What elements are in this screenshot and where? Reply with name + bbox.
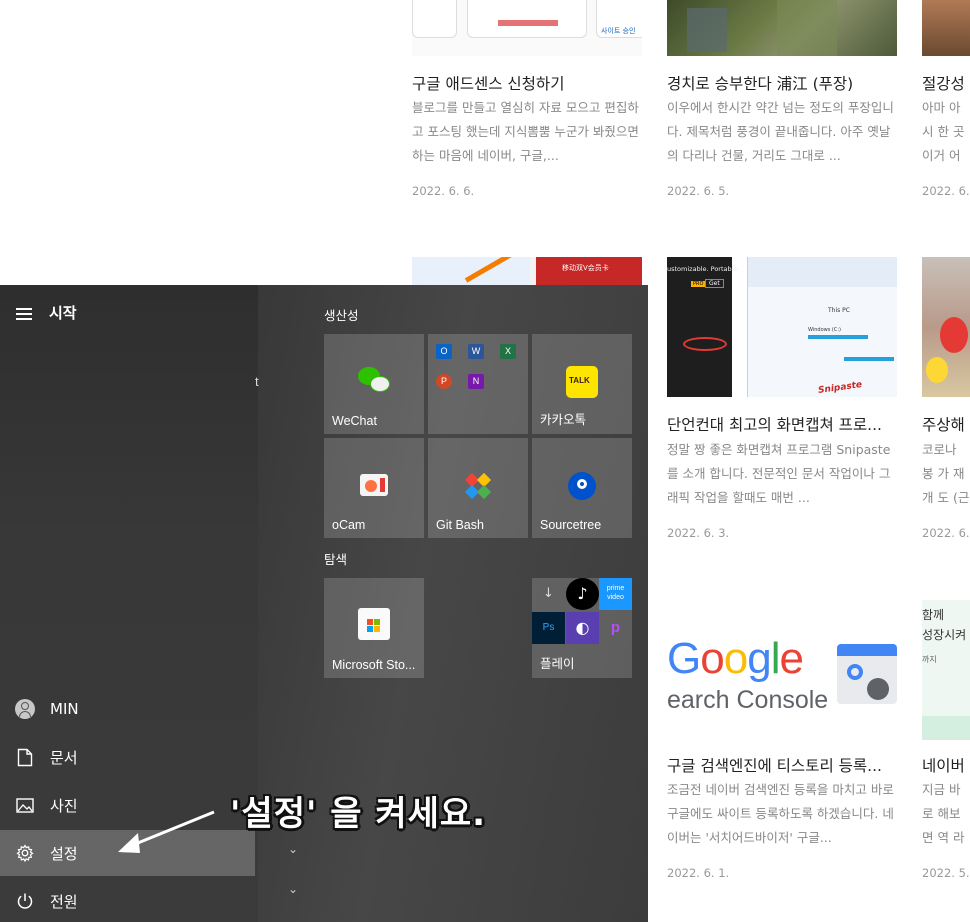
search-console-text: earch Console xyxy=(667,686,829,714)
tile-sourcetree[interactable]: Sourcetree xyxy=(532,438,632,538)
explorer-title: This PC xyxy=(828,307,850,314)
search-console-icon xyxy=(837,644,897,706)
photo-icon xyxy=(16,797,34,813)
outlook-icon: O xyxy=(436,344,452,359)
nav-label: MIN xyxy=(50,700,79,718)
naver-thumb-text: 함께 xyxy=(922,608,945,622)
nav-item-settings[interactable]: 설정 xyxy=(0,830,255,876)
tile-office-folder[interactable]: O W X P N xyxy=(428,334,528,434)
google-logo: Google xyxy=(667,634,804,683)
tile-label: WeChat xyxy=(332,414,377,428)
promo-text: 移动双V会员卡 xyxy=(562,264,609,272)
prime-video-icon: prime video xyxy=(599,578,632,610)
gear-icon xyxy=(16,844,34,862)
approval-badge: 사이트 승인 xyxy=(601,27,636,35)
photoshop-icon: Ps xyxy=(532,612,565,644)
kakao-badge-text: TALK xyxy=(569,376,590,385)
card-description: 조금전 네이버 검색엔진 등록을 마치고 바로 구글에도 싸이트 등록하도록 하… xyxy=(667,782,894,845)
card-description: 이우에서 한시간 약간 넘는 정도의 푸장입니다. 제목처럼 풍경이 끝내줍니다… xyxy=(667,100,894,163)
card-date: 2022. 6. 1. xyxy=(667,866,730,880)
power-icon xyxy=(17,893,33,909)
tile-ocam[interactable]: oCam xyxy=(324,438,424,538)
card-thumbnail-pujiang[interactable] xyxy=(667,0,897,56)
get-button: Get xyxy=(705,279,724,288)
tile-group-label: 탐색 xyxy=(324,552,348,567)
card-title[interactable]: 주상해 xyxy=(922,413,970,435)
nav-label: 설정 xyxy=(50,844,78,863)
card-date: 2022. 6. xyxy=(922,184,970,198)
card-title[interactable]: 절강성 xyxy=(922,72,970,94)
document-icon xyxy=(17,748,33,766)
tile-play-folder[interactable]: ↓ ♪ prime video Ps ◐ p 플레이 xyxy=(532,578,632,678)
tile-microsoft-store[interactable]: Microsoft Sto... xyxy=(324,578,424,678)
tile-wechat[interactable]: WeChat xyxy=(324,334,424,434)
card-thumbnail-shanghai[interactable] xyxy=(922,257,970,397)
picsart-icon: p xyxy=(610,619,621,636)
tile-label: Microsoft Sto... xyxy=(332,658,416,672)
card-title[interactable]: 네이버 xyxy=(922,754,970,776)
wechat-icon xyxy=(358,367,390,395)
tiktok-icon: ♪ xyxy=(566,578,599,610)
naver-thumb-text-3: 까지 xyxy=(922,655,937,664)
tile-label: oCam xyxy=(332,518,366,532)
snipaste-logo-text: Snipaste xyxy=(817,379,863,397)
tile-kakaotalk[interactable]: TALK 카카오톡 xyxy=(532,334,632,434)
git-bash-icon xyxy=(462,470,494,502)
powerpoint-icon: P xyxy=(436,374,452,389)
card-title[interactable]: 구글 애드센스 신청하기 xyxy=(412,72,644,94)
card-thumbnail-adsense[interactable]: 사이트 승인 xyxy=(412,0,642,56)
tile-git-bash[interactable]: Git Bash xyxy=(428,438,528,538)
card-date: 2022. 6. xyxy=(922,526,970,540)
word-icon: W xyxy=(468,344,484,359)
explorer-drive: Windows (C:) xyxy=(808,327,841,333)
card-description: 아마 아시 한 곳이거 어로는 신 xyxy=(922,100,965,163)
nav-item-user[interactable]: MIN xyxy=(0,686,255,732)
chevron-down-icon[interactable]: ⌄ xyxy=(288,842,298,856)
nav-label: 사진 xyxy=(50,796,78,815)
onenote-icon: N xyxy=(468,374,484,389)
card-description: 정말 짱 좋은 화면캡쳐 프로그램 Snipaste 를 소개 합니다. 전문적… xyxy=(667,442,891,505)
card-thumbnail-snipaste[interactable]: ustomizable. Portable. PRO Get This PC W… xyxy=(667,257,897,397)
nav-label: 전원 xyxy=(50,892,78,911)
card-title[interactable]: 단언컨대 최고의 화면캡쳐 프로... xyxy=(667,413,899,435)
tile-label: Sourcetree xyxy=(540,518,602,532)
tile-label: 카카오톡 xyxy=(540,413,587,427)
card-title[interactable]: 구글 검색엔진에 티스토리 등록... xyxy=(667,754,899,776)
card-title[interactable]: 경치로 승부한다 浦江 (푸장) xyxy=(667,72,899,94)
sourcetree-icon xyxy=(568,472,596,500)
card-date: 2022. 6. 5. xyxy=(667,184,730,198)
kakaotalk-icon: TALK xyxy=(566,366,598,398)
card-description: 지금 바로 해보면 역 라 다음에 xyxy=(922,782,965,845)
user-avatar-icon xyxy=(15,699,35,719)
card-date: 2022. 6. 3. xyxy=(667,526,730,540)
card-date: 2022. 5. xyxy=(922,866,970,880)
tile-label: Git Bash xyxy=(436,518,484,532)
chevron-down-icon[interactable]: ⌄ xyxy=(288,882,298,896)
card-thumbnail-zhejiang[interactable] xyxy=(922,0,970,56)
pro-badge: PRO xyxy=(691,281,706,287)
tile-group-label: 생산성 xyxy=(324,308,359,323)
card-thumbnail-search-console[interactable]: Google earch Console xyxy=(667,600,897,740)
ocam-icon xyxy=(360,474,388,496)
tile-label: 플레이 xyxy=(540,657,575,671)
card-date: 2022. 6. 6. xyxy=(412,184,475,198)
app-list-fragment: t xyxy=(255,374,259,389)
excel-icon: X xyxy=(500,344,516,359)
naver-thumb-text-2: 성장시켜 xyxy=(922,628,967,642)
store-icon xyxy=(358,608,390,640)
start-header: 시작 xyxy=(49,304,77,322)
instruction-annotation: '설정' 을 켜세요. xyxy=(230,794,487,834)
download-icon: ↓ xyxy=(543,586,554,601)
nav-item-power[interactable]: 전원 xyxy=(0,878,255,922)
card-description: 코로나 봉 가 재개 도 (근무시간 xyxy=(922,442,970,505)
card-thumbnail-app-icons[interactable]: 移动双V会员卡 xyxy=(412,257,642,285)
nav-item-pictures[interactable]: 사진 xyxy=(0,782,255,828)
nav-label: 문서 xyxy=(50,748,78,767)
snipaste-tagline: ustomizable. Portable. xyxy=(667,265,740,273)
card-description: 블로그를 만들고 열심히 자료 모으고 편집하고 포스팅 했는데 지식뽐뿜 누군… xyxy=(412,100,639,163)
hamburger-menu-button[interactable] xyxy=(14,305,36,321)
card-thumbnail-naver[interactable]: 함께 성장시켜 까지 xyxy=(922,600,970,740)
dolby-access-icon: ◐ xyxy=(566,612,599,644)
nav-item-documents[interactable]: 문서 xyxy=(0,734,255,780)
